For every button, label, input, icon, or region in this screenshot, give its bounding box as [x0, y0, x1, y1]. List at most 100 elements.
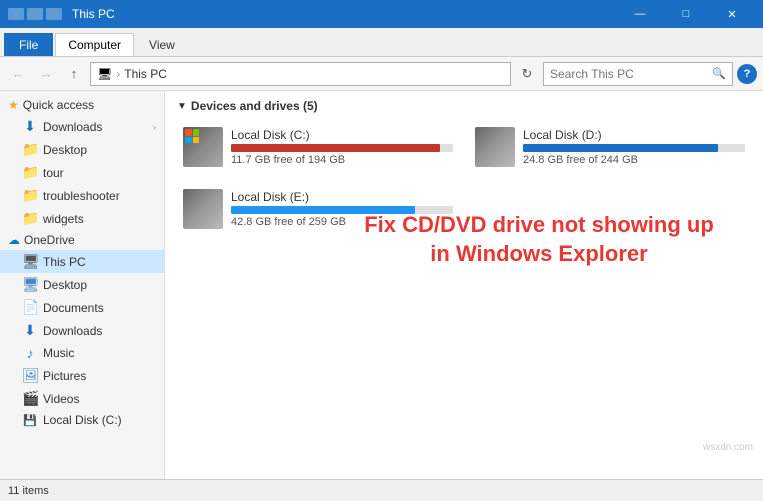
maximize-button[interactable]: □	[663, 0, 709, 28]
drive-d-thumbnail	[475, 127, 515, 167]
pictures-icon: 🖼	[22, 367, 38, 384]
computer-icon: 🖥	[22, 253, 38, 270]
undo-icon	[27, 8, 43, 20]
drive-d-bar-fill	[523, 144, 718, 152]
thispc-label: This PC	[43, 255, 86, 269]
drive-e-bar-fill	[231, 206, 415, 214]
win-logo-sq-2	[193, 129, 200, 136]
windows-logo	[185, 129, 199, 143]
sidebar-item-label: Videos	[43, 392, 79, 406]
drive-e[interactable]: Local Disk (E:) 42.8 GB free of 259 GB	[177, 183, 459, 235]
refresh-button[interactable]: ↻	[515, 62, 539, 86]
chevron-down-icon: ▼	[177, 101, 187, 112]
sidebar-item-label: Downloads	[43, 120, 102, 134]
drive-c-bar-bg	[231, 144, 453, 152]
sidebar-item-troubleshooter[interactable]: 📁 troubleshooter	[0, 184, 164, 207]
sidebar-item-label: Desktop	[43, 143, 87, 157]
drive-e-name: Local Disk (E:)	[231, 190, 453, 204]
minimize-button[interactable]: —	[617, 0, 663, 28]
sidebar-item-downloads-thispc[interactable]: ⬇ Downloads	[0, 319, 164, 342]
sidebar-item-tour[interactable]: 📁 tour	[0, 161, 164, 184]
path-thispc: This PC	[124, 67, 167, 81]
folder-icon: 📁	[22, 164, 38, 181]
content-area: ▼ Devices and drives (5) Local Disk (C:)	[165, 91, 763, 479]
download-icon: ⬇	[22, 322, 38, 339]
download-icon: ⬇	[22, 118, 38, 135]
search-input[interactable]	[550, 67, 708, 81]
sidebar-item-videos[interactable]: 🎬 Videos	[0, 387, 164, 410]
sidebar-group-onedrive[interactable]: ☁ OneDrive	[0, 230, 164, 250]
sidebar-item-label: Pictures	[43, 369, 86, 383]
search-box[interactable]: 🔍	[543, 62, 733, 86]
drive-icon: 💾	[22, 414, 38, 427]
drives-grid: Local Disk (C:) 11.7 GB free of 194 GB L…	[177, 121, 751, 235]
window-icons	[8, 8, 62, 20]
watermark: wsxdn.com	[703, 442, 753, 453]
sidebar-item-downloads-quick[interactable]: ⬇ Downloads ›	[0, 115, 164, 138]
tab-computer[interactable]: Computer	[55, 33, 134, 56]
drive-c-bar-fill	[231, 144, 440, 152]
sidebar-item-label: Local Disk (C:)	[43, 413, 122, 427]
drive-c-thumbnail	[183, 127, 223, 167]
sidebar-item-desktop-quick[interactable]: 📁 Desktop	[0, 138, 164, 161]
drive-c-name: Local Disk (C:)	[231, 128, 453, 142]
sidebar-item-label: Downloads	[43, 324, 102, 338]
help-button[interactable]: ?	[737, 64, 757, 84]
sidebar-item-documents[interactable]: 📄 Documents	[0, 296, 164, 319]
tab-view[interactable]: View	[136, 33, 188, 56]
win-logo-sq-4	[193, 137, 200, 144]
sidebar-item-label: Desktop	[43, 278, 87, 292]
sidebar-item-label: troubleshooter	[43, 189, 120, 203]
sidebar: ★ Quick access ⬇ Downloads › 📁 Desktop 📁…	[0, 91, 165, 479]
sidebar-item-pictures[interactable]: 🖼 Pictures	[0, 364, 164, 387]
onedrive-label: OneDrive	[24, 233, 75, 247]
sidebar-item-desktop-thispc[interactable]: 🖥 Desktop	[0, 273, 164, 296]
status-bar: 11 items	[0, 479, 763, 501]
address-path[interactable]: 🖥 › This PC	[90, 62, 511, 86]
overlay-line2: in Windows Explorer	[325, 240, 753, 269]
drive-e-info: Local Disk (E:) 42.8 GB free of 259 GB	[231, 190, 453, 228]
ribbon: File Computer View	[0, 28, 763, 57]
tab-file[interactable]: File	[4, 33, 53, 56]
up-button[interactable]: ↑	[62, 62, 86, 86]
main-layout: ★ Quick access ⬇ Downloads › 📁 Desktop 📁…	[0, 91, 763, 479]
documents-icon: 📄	[22, 299, 38, 316]
drive-c-free: 11.7 GB free of 194 GB	[231, 154, 453, 166]
drive-c[interactable]: Local Disk (C:) 11.7 GB free of 194 GB	[177, 121, 459, 173]
desktop-icon: 🖥	[22, 276, 38, 293]
folder-icon: 📁	[22, 141, 38, 158]
sidebar-item-localdisk-c[interactable]: 💾 Local Disk (C:)	[0, 410, 164, 430]
drive-c-info: Local Disk (C:) 11.7 GB free of 194 GB	[231, 128, 453, 166]
win-logo-sq-1	[185, 129, 192, 136]
videos-icon: 🎬	[22, 390, 38, 407]
sidebar-item-widgets[interactable]: 📁 widgets	[0, 207, 164, 230]
sidebar-item-label: tour	[43, 166, 64, 180]
sidebar-group-quick-access[interactable]: ★ Quick access	[0, 95, 164, 115]
window-controls: — □ ✕	[617, 0, 755, 28]
back-button[interactable]: ←	[6, 62, 30, 86]
sidebar-item-thispc[interactable]: 🖥 This PC	[0, 250, 164, 273]
expand-arrow: ›	[153, 122, 156, 132]
search-icon: 🔍	[712, 67, 726, 80]
music-icon: ♪	[22, 345, 38, 361]
title-bar: This PC — □ ✕	[0, 0, 763, 28]
close-button[interactable]: ✕	[709, 0, 755, 28]
drive-e-bar-bg	[231, 206, 453, 214]
redo-icon	[46, 8, 62, 20]
ribbon-tabs: File Computer View	[0, 28, 763, 56]
drive-e-free: 42.8 GB free of 259 GB	[231, 216, 453, 228]
onedrive-icon: ☁	[8, 233, 20, 247]
win-logo-sq-3	[185, 137, 192, 144]
sidebar-item-label: Documents	[43, 301, 104, 315]
sidebar-item-label: Music	[43, 346, 74, 360]
forward-button[interactable]: →	[34, 62, 58, 86]
folder-icon: 📁	[22, 210, 38, 227]
folder-icon: 📁	[22, 187, 38, 204]
drive-d-name: Local Disk (D:)	[523, 128, 745, 142]
drive-d[interactable]: Local Disk (D:) 24.8 GB free of 244 GB	[469, 121, 751, 173]
sidebar-item-music[interactable]: ♪ Music	[0, 342, 164, 364]
address-bar: ← → ↑ 🖥 › This PC ↻ 🔍 ?	[0, 57, 763, 91]
section-header: ▼ Devices and drives (5)	[177, 99, 751, 113]
drive-d-bar-bg	[523, 144, 745, 152]
window-title: This PC	[72, 7, 115, 21]
